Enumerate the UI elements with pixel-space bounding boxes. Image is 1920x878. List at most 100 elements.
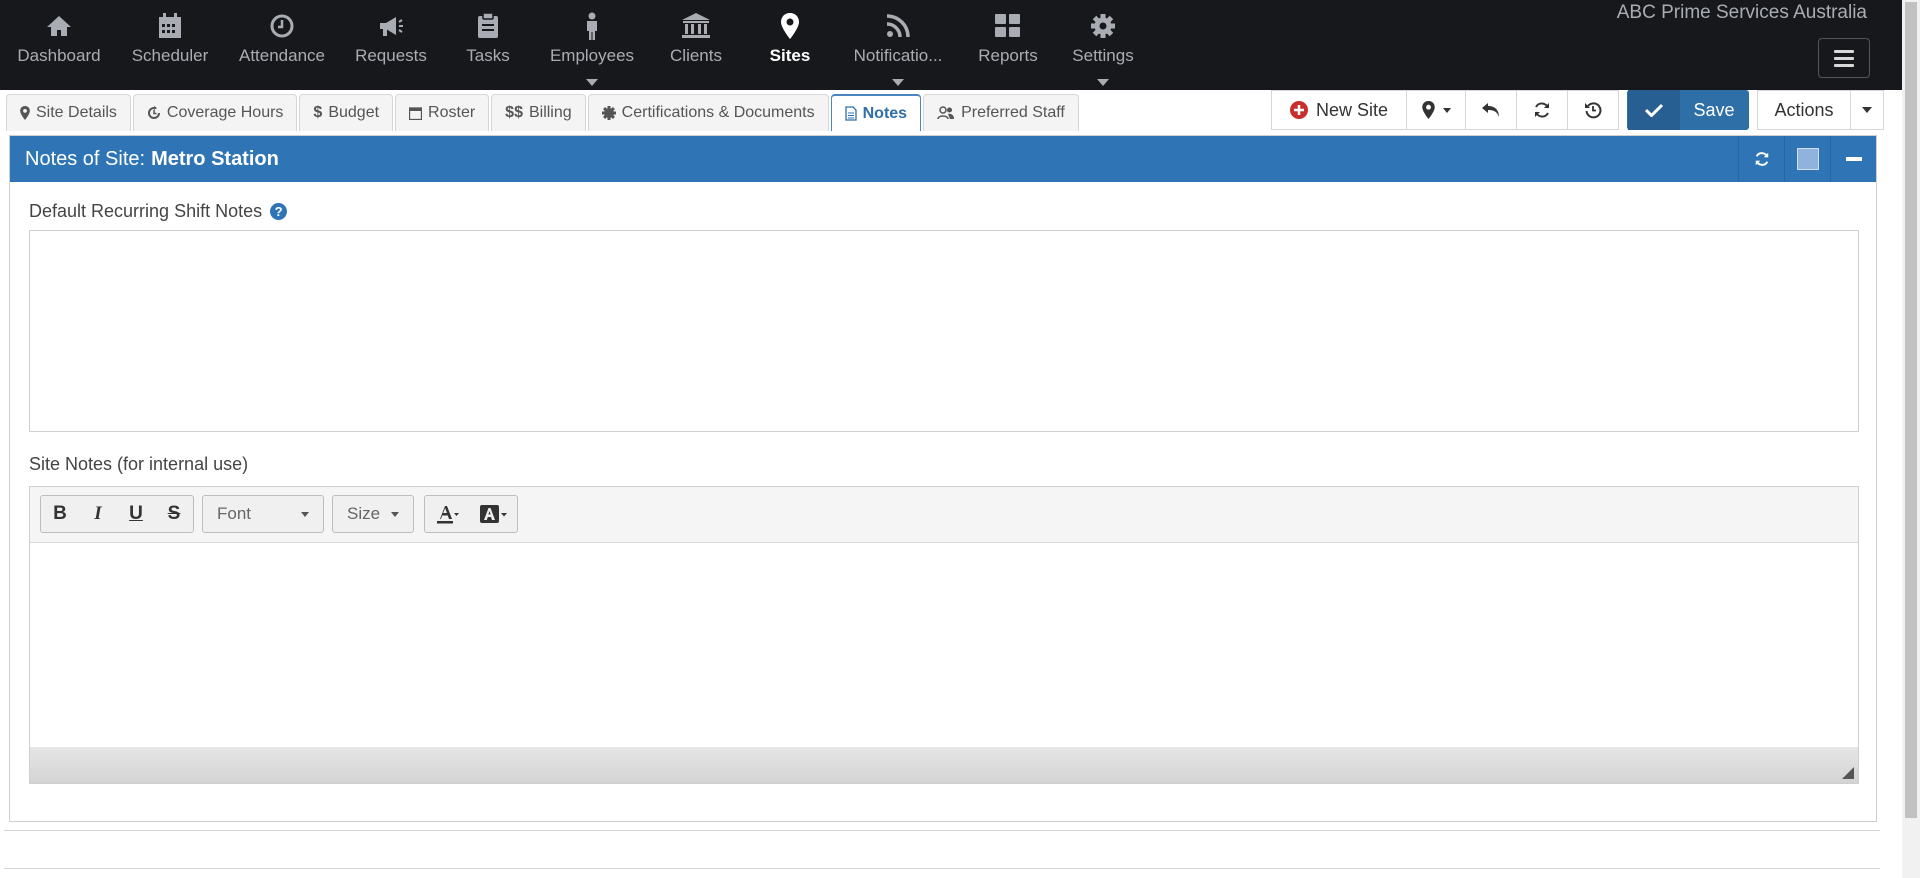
nav-label: Scheduler [131,46,209,65]
new-site-label: New Site [1315,99,1389,120]
tab-label: Certifications & Documents [621,104,815,121]
new-site-button[interactable]: New Site [1271,90,1407,130]
plus-circle-icon [1289,101,1308,119]
nav-employees[interactable]: Employees [545,0,639,90]
background-color-button[interactable] [471,496,517,532]
chevron-down-icon [586,79,598,86]
resize-handle-icon[interactable] [1842,767,1854,779]
site-notes-editor: B I U S Font Size [29,486,1859,784]
nav-clients[interactable]: Clients [656,0,736,90]
chevron-down-icon [1442,107,1451,113]
users-icon [937,106,955,120]
menu-toggle-button[interactable] [1818,38,1870,78]
background-color-icon [480,505,507,523]
check-icon [1628,90,1680,130]
tab-label: Budget [328,104,380,121]
location-dropdown-button[interactable] [1406,90,1466,130]
site-name: Metro Station [151,147,279,170]
question-circle-icon[interactable]: ? [270,203,288,220]
nav-sites[interactable]: Sites [750,0,830,90]
font-dropdown[interactable]: Font [202,495,324,533]
italic-button[interactable]: I [79,496,117,532]
nav-dashboard[interactable]: Dashboard [14,0,104,90]
nav-settings[interactable]: Settings [1063,0,1143,90]
clock-icon [270,12,294,40]
home-icon [46,12,72,40]
panel-collapse-button[interactable] [1830,136,1876,182]
nav-label: Settings [1072,46,1134,65]
tab-coverage-hours[interactable]: Coverage Hours [132,94,298,131]
chevron-down-icon [892,79,904,86]
history-button[interactable] [1567,90,1619,130]
scrollbar-thumb[interactable] [1905,2,1917,818]
bold-button[interactable]: B [41,496,79,532]
panel-refresh-button[interactable] [1738,136,1784,182]
panel-title-prefix: Notes of Site: [25,147,146,170]
actions-button[interactable]: Actions [1757,90,1851,130]
map-marker-icon [1421,101,1435,119]
tab-notes[interactable]: Notes [830,94,922,131]
clipboard-icon [477,12,499,40]
tab-label: Notes [862,104,908,122]
minus-icon [1845,157,1862,161]
nav-label: Requests [355,46,427,65]
nav-requests[interactable]: Requests [346,0,436,90]
strikethrough-button[interactable]: S [155,496,193,532]
italic-icon: I [94,503,102,524]
site-toolbar: New Site Save Actions [1271,90,1884,130]
tab-label: Billing [528,104,572,121]
recurring-notes-label: Default Recurring Shift Notes ? [29,201,288,222]
refresh-button[interactable] [1516,90,1568,130]
size-dropdown-label: Size [347,504,381,523]
save-button[interactable]: Save [1627,90,1749,130]
notes-panel: Notes of Site: Metro Station Default Rec… [9,135,1877,822]
history-icon [1585,102,1602,119]
save-label: Save [1693,99,1735,120]
undo-button[interactable] [1465,90,1517,130]
nav-attendance[interactable]: Attendance [232,0,332,90]
nav-label: Dashboard [17,46,101,65]
site-tabs: Site Details Coverage Hours $ Budget Ros… [6,94,1081,131]
size-dropdown[interactable]: Size [332,495,414,533]
actions-dropdown-toggle[interactable] [1850,90,1884,130]
tab-billing[interactable]: $$ Billing [491,94,586,131]
refresh-clock-icon [147,106,160,119]
nav-scheduler[interactable]: Scheduler [125,0,215,90]
nav-reports[interactable]: Reports [968,0,1048,90]
tab-certifications-documents[interactable]: Certifications & Documents [587,94,829,131]
gear-icon [1090,12,1116,40]
double-dollar-icon: $$ [505,104,523,121]
tab-roster[interactable]: Roster [395,94,490,131]
tab-site-details[interactable]: Site Details [6,94,131,131]
nav-label: Reports [978,46,1038,65]
chevron-down-icon [391,511,399,517]
document-icon [844,106,857,121]
site-notes-label: Site Notes (for internal use) [29,454,249,474]
hamburger-icon [1834,49,1854,53]
nav-label: Notificatio... [853,46,943,65]
panel-expand-button[interactable] [1784,136,1830,182]
format-button-group: B I U S [40,495,194,533]
text-color-button[interactable] [425,496,471,532]
bold-icon: B [53,503,67,524]
recurring-shift-notes-textarea[interactable] [29,230,1859,432]
nav-notifications[interactable]: Notificatio... [848,0,948,90]
refresh-icon [1535,102,1549,118]
megaphone-icon [378,12,404,40]
tab-label: Site Details [36,104,117,121]
map-marker-icon [781,12,799,40]
certificate-icon [601,106,616,120]
grid-icon [995,12,1021,40]
editor-content-area[interactable] [30,543,1858,747]
chevron-down-icon [1097,79,1109,86]
tab-preferred-staff[interactable]: Preferred Staff [923,94,1079,131]
refresh-icon [1755,152,1768,166]
nav-tasks[interactable]: Tasks [448,0,528,90]
nav-label: Sites [769,46,811,65]
underline-button[interactable]: U [117,496,155,532]
tab-label: Coverage Hours [166,104,284,121]
map-marker-icon [20,106,30,120]
tab-budget[interactable]: $ Budget [299,94,394,131]
divider [4,830,1880,831]
page-scrollbar[interactable] [1902,0,1920,878]
